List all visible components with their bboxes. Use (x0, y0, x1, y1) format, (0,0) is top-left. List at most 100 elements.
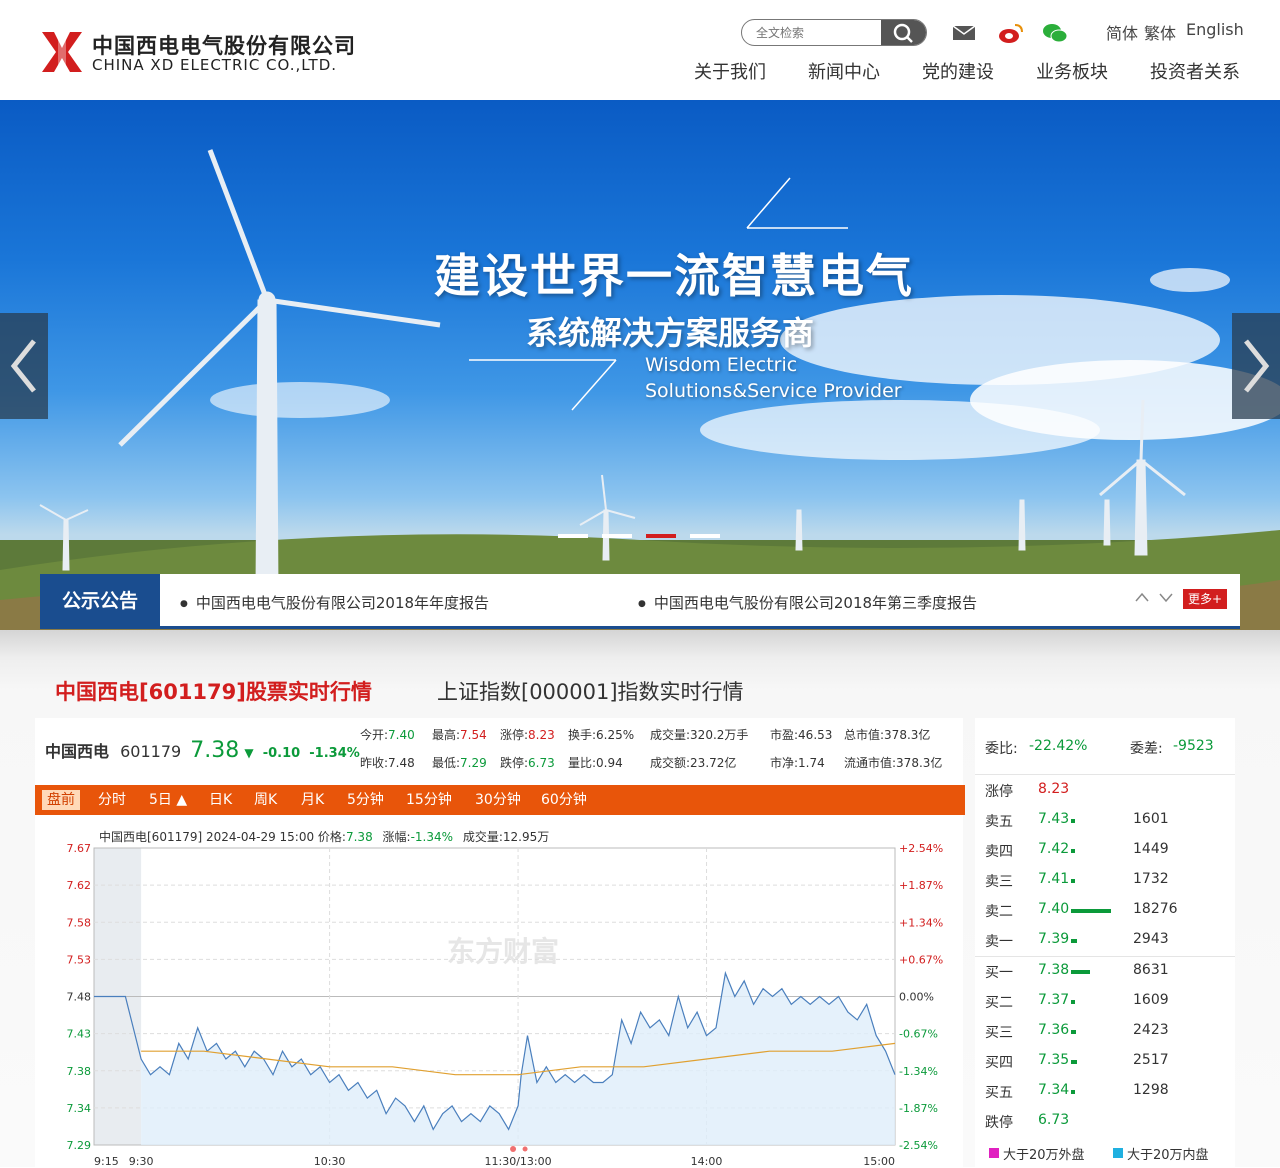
tab-period-9[interactable]: 60分钟 (541, 785, 587, 815)
limit-up-value: 8.23 (1038, 781, 1070, 797)
stat-label: 昨收: (360, 756, 389, 770)
weibo-icon[interactable] (998, 22, 1024, 44)
bids-level-1: 买一 7.38 8631 (985, 962, 1225, 986)
banner-dot-2[interactable] (602, 534, 632, 538)
nav-business[interactable]: 业务板块 (1036, 58, 1108, 84)
nav-investor[interactable]: 投资者关系 (1150, 58, 1240, 84)
level-price: 7.35 (1038, 1052, 1070, 1068)
stat-label: 涨停: (500, 728, 529, 742)
level-label: 买二 (985, 995, 1013, 1011)
bids-level-2: 买二 7.37 1609 (985, 992, 1225, 1016)
row2-stat-0: 昨收:7.48 (360, 754, 415, 771)
order-divider-top (975, 774, 1235, 775)
row2-stat-3: 量比:0.94 (568, 754, 623, 771)
nav-news[interactable]: 新闻中心 (808, 58, 880, 84)
index-quote-tab[interactable]: 上证指数[000001]指数实时行情 (437, 676, 744, 706)
stock-quote-tab[interactable]: 中国西电[601179]股票实时行情 (55, 676, 372, 706)
level-label: 买四 (985, 1055, 1013, 1071)
stat-label: 成交量: (650, 728, 691, 742)
banner-dot-3[interactable] (646, 534, 676, 538)
banner-dot-1[interactable] (558, 534, 588, 538)
tab-period-3[interactable]: 日K (209, 785, 232, 815)
y-right-tick-label: +1.34% (899, 916, 943, 929)
row1-stat-4: 成交量:320.2万手 (650, 726, 748, 743)
lang-traditional[interactable]: 繁体 (1144, 20, 1176, 44)
y-tick-label: 7.62 (67, 879, 92, 892)
limit-down-value: 6.73 (1038, 1112, 1070, 1128)
level-volume: 1609 (1133, 992, 1169, 1008)
level-price: 7.40 (1038, 901, 1070, 917)
row1-stat-0: 今开:7.40 (360, 726, 415, 743)
stat-value: 23.72亿 (690, 756, 737, 770)
tab-period-5[interactable]: 月K (301, 785, 324, 815)
company-logo[interactable]: 中国西电电气股份有限公司 CHINA XD ELECTRIC CO.,LTD. (40, 28, 360, 78)
xd-logo-icon (42, 32, 82, 72)
logo-english-name: CHINA XD ELECTRIC CO.,LTD. (92, 56, 338, 74)
y-tick-label: 7.34 (67, 1102, 92, 1115)
chart-canvas[interactable]: 东方财富 7.67 +2.54% 7.62 +1.87% 7.58 +1.34% 7.53 +… (35, 815, 965, 1167)
y-tick-label: 7.58 (67, 916, 92, 929)
stock-code: 601179 (120, 742, 182, 761)
x-tick-label: 14:00 (691, 1155, 723, 1167)
chevron-down-icon[interactable] (1159, 593, 1173, 603)
y-right-tick-label: +1.87% (899, 879, 943, 892)
notice-item-2[interactable]: 中国西电电气股份有限公司2018年第三季度报告 (638, 592, 977, 613)
nav-party[interactable]: 党的建设 (922, 58, 994, 84)
stat-value: 7.29 (460, 756, 487, 770)
banner-dot-4[interactable] (690, 534, 720, 538)
lunch-marker-2 (522, 1146, 528, 1152)
notice-item-1[interactable]: 中国西电电气股份有限公司2018年年度报告 (180, 592, 489, 613)
stat-value: 378.3亿 (884, 728, 931, 742)
lang-simplified[interactable]: 简体 (1106, 20, 1138, 44)
order-ratio-row: 委比: -22.42% 委差: -9523 (985, 738, 1225, 762)
mail-icon[interactable] (951, 22, 977, 44)
notice-more-button[interactable]: 更多+ (1183, 589, 1227, 609)
stat-label: 成交额: (650, 756, 691, 770)
stock-price: 7.38 (190, 738, 240, 763)
tab-period-8[interactable]: 30分钟 (475, 785, 521, 815)
row1-stat-3: 换手:6.25% (568, 726, 634, 743)
notice-scroll-controls (1135, 592, 1173, 603)
row2-stat-4: 成交额:23.72亿 (650, 754, 736, 771)
row2-stat-1: 最低:7.29 (432, 754, 487, 771)
notice-bar: 公示公告 中国西电电气股份有限公司2018年年度报告 中国西电电气股份有限公司2… (40, 574, 1240, 629)
tab-period-4[interactable]: 周K (254, 785, 277, 815)
level-label: 买一 (985, 965, 1013, 981)
asks-level-5: 卖一 7.39 2943 (985, 931, 1225, 955)
tab-period-7[interactable]: 15分钟 (406, 785, 452, 815)
stat-value: 1.74 (798, 756, 825, 770)
level-label: 卖三 (985, 874, 1013, 890)
tab-period-1[interactable]: 分时 (98, 785, 126, 815)
nav-about[interactable]: 关于我们 (694, 58, 766, 84)
y-right-tick-label: -2.54% (899, 1139, 938, 1152)
price-down-icon: ▼ (244, 746, 254, 760)
y-tick-label: 7.48 (67, 991, 92, 1004)
search-input[interactable] (742, 20, 882, 45)
level-volume: 1601 (1133, 811, 1169, 827)
stat-label: 最高: (432, 728, 461, 742)
order-ratio-label: 委比: (985, 741, 1018, 757)
level-volume-bar (1071, 1090, 1075, 1094)
stat-label: 市盈: (770, 728, 799, 742)
level-label: 买三 (985, 1025, 1013, 1041)
bids-level-4: 买四 7.35 2517 (985, 1052, 1225, 1076)
y-right-tick-label: +2.54% (899, 842, 943, 855)
tab-period-2[interactable]: 5日 ▲ (149, 785, 187, 815)
order-book: 委比: -22.42% 委差: -9523 涨停 8.23 卖五 7.43 1601… (975, 718, 1235, 1167)
wechat-icon[interactable] (1042, 22, 1068, 44)
search-button[interactable] (881, 20, 926, 45)
level-price: 7.36 (1038, 1022, 1070, 1038)
banner-next-button[interactable] (1232, 313, 1280, 419)
order-diff-value: -9523 (1173, 738, 1214, 754)
chevron-up-icon[interactable] (1135, 592, 1149, 602)
row1-stat-1: 最高:7.54 (432, 726, 487, 743)
tab-period-0[interactable]: 盘前 (42, 790, 80, 810)
y-tick-label: 7.43 (67, 1028, 92, 1041)
row1-stat-2: 涨停:8.23 (500, 726, 555, 743)
row1-stat-5: 市盈:46.53 (770, 726, 832, 743)
level-volume: 18276 (1133, 901, 1178, 917)
banner-prev-button[interactable] (0, 313, 48, 419)
stat-label: 今开: (360, 728, 389, 742)
tab-period-6[interactable]: 5分钟 (347, 785, 384, 815)
lang-english[interactable]: English (1186, 20, 1244, 39)
